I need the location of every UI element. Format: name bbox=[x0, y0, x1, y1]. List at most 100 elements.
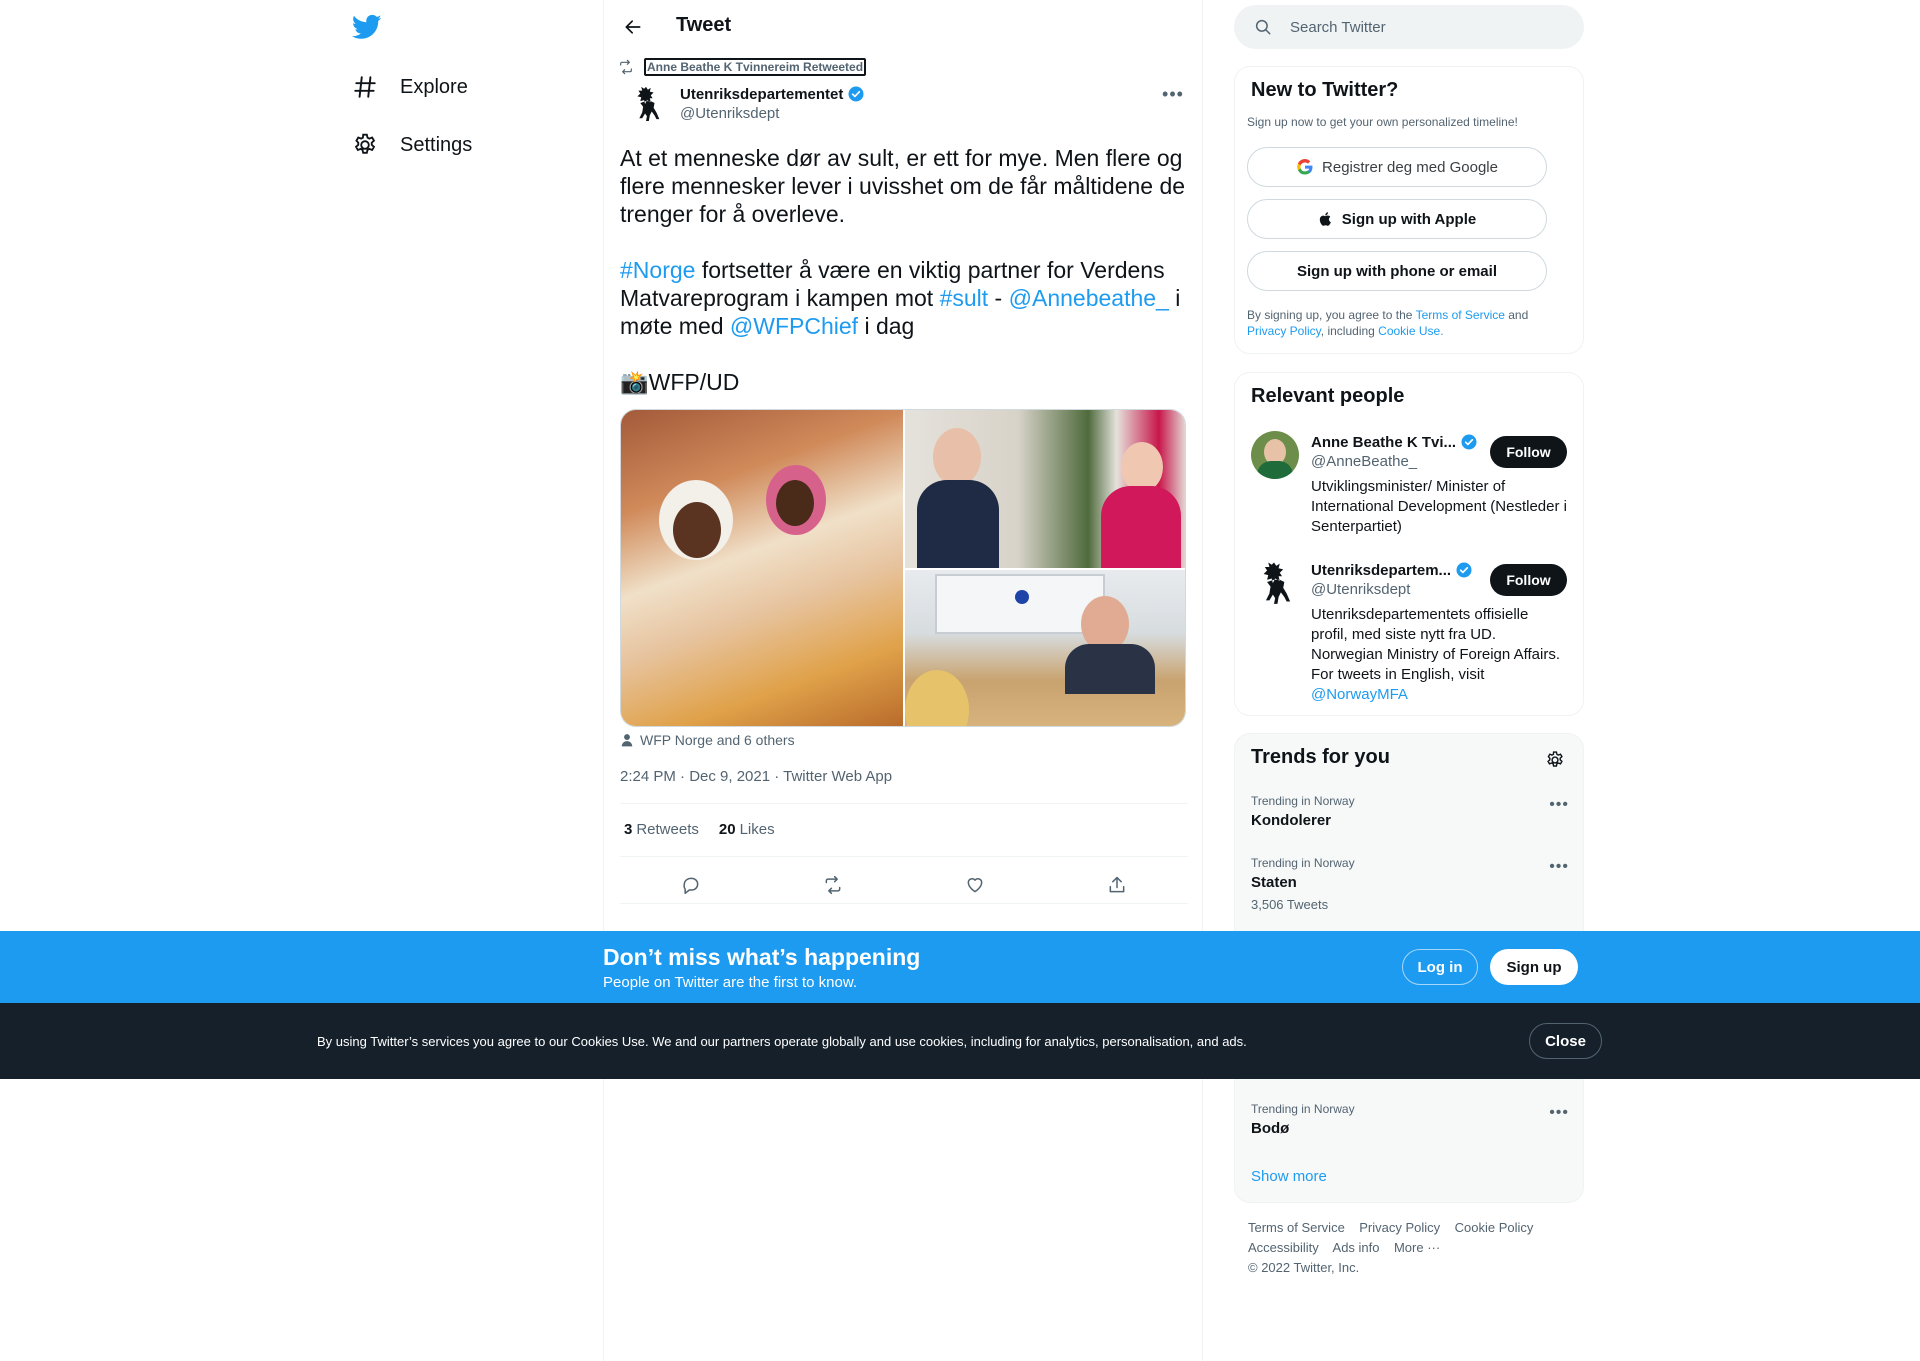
footer-copyright: © 2022 Twitter, Inc. bbox=[1248, 1260, 1360, 1275]
likes-stat[interactable]: 20 Likes bbox=[719, 821, 775, 838]
trend-count: 3,506 Tweets bbox=[1251, 897, 1329, 912]
person-handle[interactable]: @Utenriksdept bbox=[1311, 581, 1410, 598]
trend-meta: Trending in Norway bbox=[1251, 856, 1355, 870]
share-button[interactable] bbox=[1100, 868, 1134, 902]
divider bbox=[620, 903, 1188, 904]
trend-more-button[interactable]: ••• bbox=[1549, 796, 1569, 814]
terms-of-service-link[interactable]: Terms of Service bbox=[1416, 308, 1505, 322]
heart-icon bbox=[967, 878, 983, 893]
ellipsis-icon: ••• bbox=[1162, 83, 1184, 104]
google-signup-button[interactable]: Registrer deg med Google bbox=[1247, 147, 1547, 187]
show-more-link[interactable]: Show more bbox=[1251, 1168, 1327, 1185]
follow-button[interactable]: Follow bbox=[1490, 436, 1567, 468]
lion-crest-icon bbox=[1263, 562, 1291, 604]
lion-crest-icon bbox=[637, 86, 660, 122]
footer-cookie-link[interactable]: Cookie Policy bbox=[1455, 1220, 1534, 1235]
relevant-people-title: Relevant people bbox=[1251, 385, 1405, 407]
verified-badge-icon bbox=[1461, 434, 1477, 450]
follow-button[interactable]: Follow bbox=[1490, 564, 1567, 596]
likes-label: Likes bbox=[739, 821, 775, 838]
media-photo-meeting-2[interactable] bbox=[905, 570, 1185, 726]
tweet-text-segment: i dag bbox=[858, 313, 915, 339]
person-name[interactable]: Anne Beathe K Tvi... bbox=[1311, 433, 1478, 451]
nav-settings[interactable]: Settings bbox=[352, 119, 472, 171]
tweet-text: At et menneske dør av sult, er ett for m… bbox=[620, 144, 1192, 424]
privacy-policy-link[interactable]: Privacy Policy bbox=[1247, 324, 1321, 338]
person-name[interactable]: Utenriksdepartem... bbox=[1311, 561, 1473, 579]
footer-more-link[interactable]: More ··· bbox=[1394, 1240, 1440, 1255]
tweet-header: Tweet bbox=[604, 0, 1204, 53]
trend-name: Bodø bbox=[1251, 1120, 1290, 1137]
person-name-text: Anne Beathe K Tvi... bbox=[1311, 433, 1457, 451]
trends-settings-button[interactable] bbox=[1545, 750, 1565, 770]
more-options-button[interactable]: ••• bbox=[1158, 84, 1188, 104]
avatar[interactable] bbox=[1251, 431, 1299, 479]
trend-more-button[interactable]: ••• bbox=[1549, 1104, 1569, 1122]
footer-ads-link[interactable]: Ads info bbox=[1333, 1240, 1380, 1255]
log-in-button[interactable]: Log in bbox=[1402, 949, 1478, 985]
trend-meta: Trending in Norway bbox=[1251, 1102, 1355, 1116]
close-button[interactable]: Close bbox=[1529, 1023, 1602, 1059]
reply-icon bbox=[683, 877, 699, 895]
author-handle[interactable]: @Utenriksdept bbox=[680, 105, 779, 122]
page-title: Tweet bbox=[676, 14, 732, 36]
media-photo-meeting-1[interactable] bbox=[905, 410, 1185, 568]
norwaymfa-link[interactable]: @NorwayMFA bbox=[1311, 686, 1408, 703]
back-button[interactable] bbox=[618, 12, 648, 42]
main-column: Tweet Anne Beathe K Tvinnereim Retweeted… bbox=[603, 0, 1203, 1361]
mention-annebeathe-link[interactable]: @Annebeathe_ bbox=[1009, 285, 1169, 311]
sign-up-button[interactable]: Sign up bbox=[1490, 949, 1578, 985]
trend-item[interactable]: Trending in Norway Kondolerer ••• bbox=[1251, 794, 1569, 829]
cookie-use-link[interactable]: Cookie Use. bbox=[1378, 324, 1443, 338]
footer-terms-link[interactable]: Terms of Service bbox=[1248, 1220, 1345, 1235]
person-bio: Utenriksdepartementets offisielle profil… bbox=[1311, 605, 1567, 705]
nav-settings-label: Settings bbox=[400, 133, 473, 156]
hashtag-icon bbox=[354, 76, 376, 98]
person-bio: Utviklingsminister/ Minister of Internat… bbox=[1311, 478, 1567, 535]
login-prompt-bar: Don’t miss what’s happening People on Tw… bbox=[0, 931, 1920, 1003]
verified-badge-icon bbox=[848, 86, 864, 102]
twitter-logo-icon[interactable] bbox=[351, 12, 384, 44]
verified-badge-icon bbox=[1456, 562, 1472, 578]
terms-text: By signing up, you agree to the bbox=[1247, 308, 1416, 322]
apple-signup-button[interactable]: Sign up with Apple bbox=[1247, 199, 1547, 239]
login-bar-subtitle: People on Twitter are the first to know. bbox=[603, 974, 858, 991]
tweet-stats: 3 Retweets 20 Likes bbox=[624, 821, 775, 838]
author-name[interactable]: Utenriksdepartementet bbox=[680, 85, 865, 103]
mention-wfpchief-link[interactable]: @WFPChief bbox=[730, 313, 858, 339]
avatar[interactable] bbox=[1251, 559, 1299, 607]
trend-more-button[interactable]: ••• bbox=[1549, 858, 1569, 876]
likes-count: 20 bbox=[718, 821, 736, 838]
hashtag-sult-link[interactable]: #sult bbox=[940, 285, 989, 311]
cookie-consent-text: By using Twitter’s services you agree to… bbox=[317, 1034, 1247, 1049]
like-button[interactable] bbox=[958, 868, 992, 902]
trend-item[interactable]: Trending in Norway Bodø ••• bbox=[1251, 1102, 1569, 1137]
gear-icon bbox=[354, 133, 376, 154]
retweets-stat[interactable]: 3 Retweets bbox=[624, 821, 699, 838]
arrow-left-icon bbox=[625, 20, 641, 34]
search-input[interactable] bbox=[1290, 5, 1570, 49]
retweet-button[interactable] bbox=[816, 868, 850, 902]
hashtag-norge-link[interactable]: #Norge bbox=[620, 257, 695, 283]
media-photo-girls[interactable] bbox=[621, 410, 903, 726]
retweet-icon bbox=[620, 59, 632, 75]
tweet-paragraph-1: At et menneske dør av sult, er ett for m… bbox=[620, 145, 1186, 227]
retweeted-by-link[interactable]: Anne Beathe K Tvinnereim Retweeted bbox=[644, 58, 867, 76]
person-handle[interactable]: @AnneBeathe_ bbox=[1311, 453, 1417, 470]
reply-button[interactable] bbox=[674, 868, 708, 902]
nav-explore[interactable]: Explore bbox=[352, 61, 468, 113]
tweet-media-grid bbox=[620, 409, 1186, 727]
footer-privacy-link[interactable]: Privacy Policy bbox=[1359, 1220, 1440, 1235]
person-name-text: Utenriksdepartem... bbox=[1311, 561, 1452, 579]
trend-item[interactable]: Trending in Norway Staten 3,506 Tweets •… bbox=[1251, 856, 1569, 912]
retweets-count: 3 bbox=[624, 821, 633, 838]
signup-terms: By signing up, you agree to the Terms of… bbox=[1247, 307, 1567, 339]
phone-email-signup-button[interactable]: Sign up with phone or email bbox=[1247, 251, 1547, 291]
retweeted-by: Anne Beathe K Tvinnereim Retweeted bbox=[618, 58, 867, 76]
tweet-text-segment: - bbox=[988, 285, 1009, 311]
footer: Terms of Service Privacy Policy Cookie P… bbox=[1248, 1218, 1568, 1278]
author-avatar[interactable] bbox=[626, 83, 666, 123]
liked-by[interactable]: WFP Norge and 6 others bbox=[620, 732, 795, 748]
tweet-timestamp[interactable]: 2:24 PM · Dec 9, 2021 · Twitter Web App bbox=[620, 768, 892, 785]
footer-accessibility-link[interactable]: Accessibility bbox=[1248, 1240, 1319, 1255]
